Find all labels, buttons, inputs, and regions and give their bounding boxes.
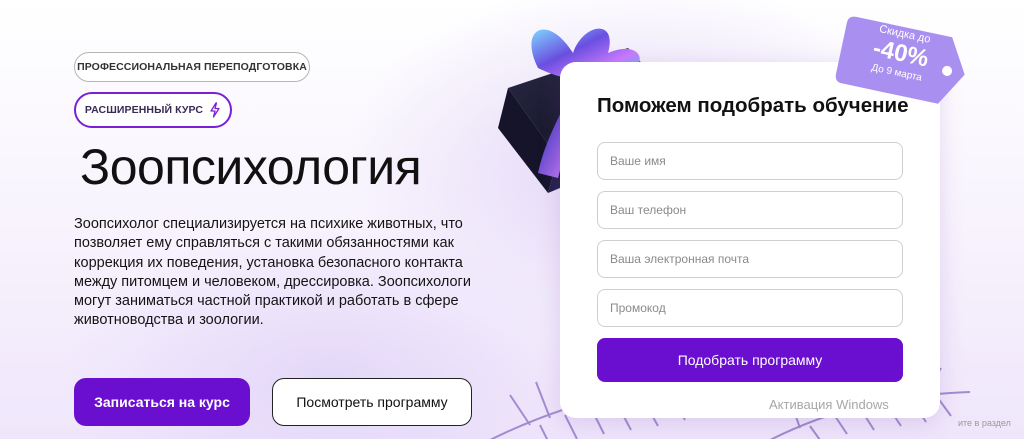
lightning-bolt-icon xyxy=(210,102,220,118)
extended-course-badge-label: РАСШИРЕННЫЙ КУРС xyxy=(84,104,204,116)
lead-form-card: Поможем подобрать обучение Подобрать про… xyxy=(560,62,940,418)
enroll-button[interactable]: Записаться на курс xyxy=(74,378,250,426)
view-program-button-label: Посмотреть программу xyxy=(296,394,448,410)
promo-code-input[interactable] xyxy=(597,289,903,327)
find-program-button-label: Подобрать программу xyxy=(677,352,823,368)
windows-activation-hint: ите в раздел xyxy=(958,418,1011,428)
retraining-badge-label: ПРОФЕССИОНАЛЬНАЯ ПЕРЕПОДГОТОВКА xyxy=(77,61,307,73)
page-title: Зоопсихология xyxy=(80,139,422,195)
view-program-button[interactable]: Посмотреть программу xyxy=(272,378,472,426)
course-description: Зоопсихолог специализируется на психике … xyxy=(74,216,471,329)
retraining-badge: ПРОФЕССИОНАЛЬНАЯ ПЕРЕПОДГОТОВКА xyxy=(74,52,310,82)
enroll-button-label: Записаться на курс xyxy=(94,394,230,410)
find-program-button[interactable]: Подобрать программу xyxy=(597,338,903,382)
email-input[interactable] xyxy=(597,240,903,278)
name-input[interactable] xyxy=(597,142,903,180)
phone-input[interactable] xyxy=(597,191,903,229)
extended-course-badge: РАСШИРЕННЫЙ КУРС xyxy=(74,92,232,128)
windows-activation-watermark: Активация Windows xyxy=(769,397,889,412)
